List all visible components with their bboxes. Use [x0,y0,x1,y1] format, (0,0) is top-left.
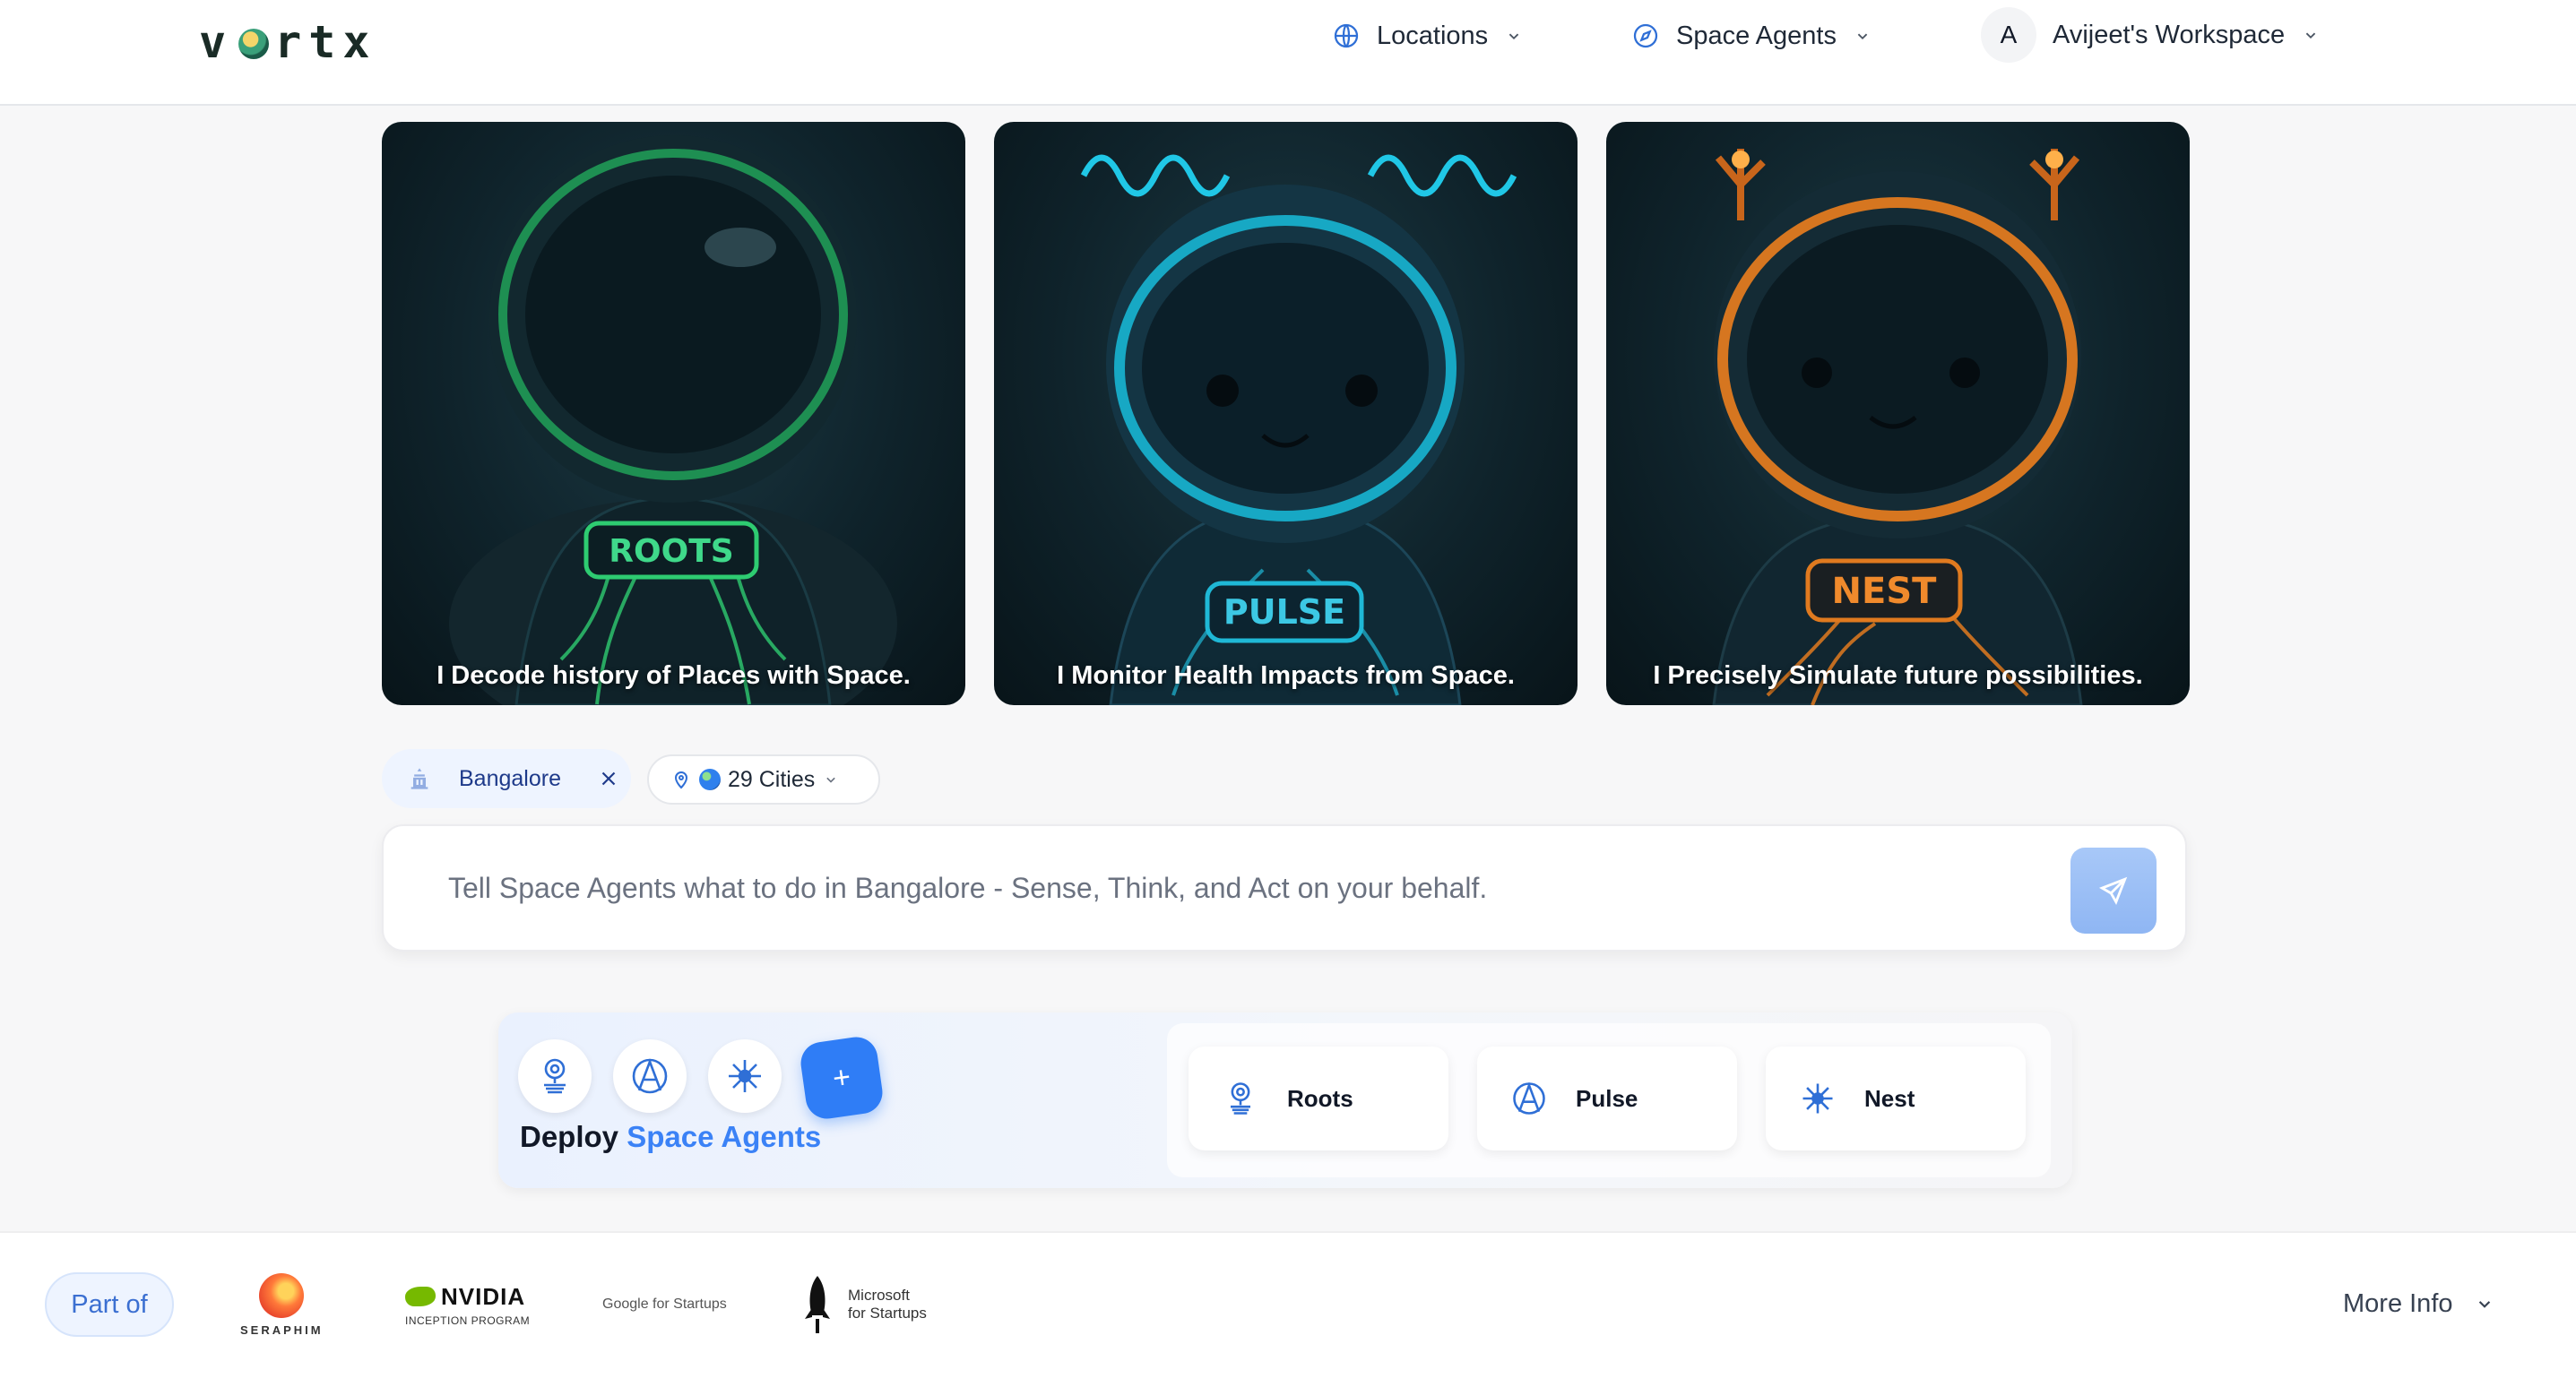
globe-icon [1334,23,1359,48]
logo-letter-v: v [199,16,234,68]
microsoft-for-startups-logo[interactable]: Microsoft for Startups [800,1267,927,1342]
nest-card[interactable]: NEST I Precisely Simulate future possibi… [1606,122,2190,705]
top-navbar: v rtx Locations Space Agents A Avijeet's … [0,0,2576,106]
nvidia-text: NVIDIA [441,1282,526,1310]
earth-icon [699,769,721,790]
nest-agent-icon[interactable] [708,1039,782,1113]
nest-agent-tile[interactable]: Nest [1766,1047,2026,1150]
microsoft-line1: Microsoft [848,1287,910,1304]
pulse-astronaut-image: PULSE [1080,154,1517,705]
close-icon[interactable] [597,767,620,790]
chevron-down-icon [826,777,836,783]
nvidia-subtext: INCEPTION PROGRAM [405,1314,531,1327]
workspace-label: Avijeet's Workspace [2053,20,2286,49]
more-info-button[interactable]: More Info [2343,1283,2496,1324]
building-icon [411,768,428,789]
agent-cards: ROOTS I Decode history of Places with Sp… [382,122,2190,705]
pulse-badge-text: PULSE [1223,592,1345,632]
pulse-card-caption: I Monitor Health Impacts from Space. [1057,661,1515,690]
agent-icon-row: + [518,1034,886,1122]
seraphim-text: SERAPHIM [240,1322,324,1337]
nvidia-logo[interactable]: NVIDIA INCEPTION PROGRAM [405,1267,530,1342]
avatar: A [1981,7,2036,63]
nav-space-agents[interactable]: Space Agents [1631,18,1872,54]
cities-dropdown[interactable]: 29 Cities [647,754,880,805]
pulse-agent-icon [1513,1081,1545,1115]
agent-strip: Roots Pulse Nest [1167,1023,2051,1177]
compass-icon [1633,23,1658,48]
seraphim-emblem-icon [259,1272,305,1318]
send-icon [2098,876,2128,906]
footer: Part of SERAPHIM NVIDIA INCEPTION PROGRA… [0,1231,2576,1387]
nest-astronaut-image: NEST [1712,149,2083,705]
nest-card-caption: I Precisely Simulate future possibilitie… [1653,661,2143,690]
deploy-panel: + Deploy Space Agents Roots Pulse Nest [498,1012,2072,1188]
prompt-input[interactable] [448,866,2062,910]
send-button[interactable] [2070,848,2157,934]
roots-card-caption: I Decode history of Places with Space. [437,661,911,690]
pulse-agent-label: Pulse [1576,1084,1638,1112]
part-of-badge: Part of [45,1272,174,1337]
google-for-startups-text: Google for Startups [602,1297,727,1312]
nav-locations[interactable]: Locations [1332,18,1524,54]
chevron-down-icon [1857,33,1868,40]
deploy-title-accent: Space Agents [627,1120,822,1153]
map-pin-icon [674,771,688,789]
roots-agent-label: Roots [1287,1084,1353,1112]
roots-astronaut-image: ROOTS [449,135,897,705]
chevron-down-icon [1508,33,1519,40]
logo-letters-rtx: rtx [274,16,377,68]
add-agent-button[interactable]: + [798,1034,886,1122]
roots-agent-tile[interactable]: Roots [1189,1047,1448,1150]
location-chip[interactable]: Bangalore [382,749,631,808]
deploy-title-prefix: Deploy [520,1120,619,1153]
roots-badge-text: ROOTS [609,533,733,570]
microsoft-line2: for Startups [848,1305,927,1322]
pulse-agent-icon[interactable] [613,1039,687,1113]
roots-card[interactable]: ROOTS I Decode history of Places with Sp… [382,122,965,705]
chevron-down-icon [2478,1301,2490,1308]
nest-badge-text: NEST [1832,571,1938,612]
nav-locations-label: Locations [1377,21,1489,50]
nest-agent-label: Nest [1864,1084,1915,1112]
logo-globe-icon [238,29,270,59]
pulse-agent-tile[interactable]: Pulse [1477,1047,1737,1150]
cities-label: 29 Cities [728,766,816,792]
prompt-box [382,824,2187,952]
roots-agent-icon[interactable] [518,1039,592,1113]
more-info-label: More Info [2343,1288,2453,1318]
nest-agent-icon [1802,1083,1833,1114]
rocket-icon [805,1276,830,1333]
pulse-card[interactable]: PULSE I Monitor Health Impacts from Spac… [994,122,1578,705]
seraphim-logo[interactable]: SERAPHIM [240,1267,324,1342]
google-for-startups-logo[interactable]: Google for Startups [602,1267,727,1342]
workspace-menu[interactable]: A Avijeet's Workspace [1981,6,2321,64]
deploy-title: Deploy Space Agents [520,1120,821,1154]
roots-agent-icon [1231,1082,1250,1115]
location-chip-label: Bangalore [459,765,561,791]
vortx-logo[interactable]: v rtx [199,16,376,68]
nav-space-agents-label: Space Agents [1676,21,1837,50]
chevron-down-icon [2305,32,2316,39]
nvidia-eye-icon [405,1287,436,1306]
